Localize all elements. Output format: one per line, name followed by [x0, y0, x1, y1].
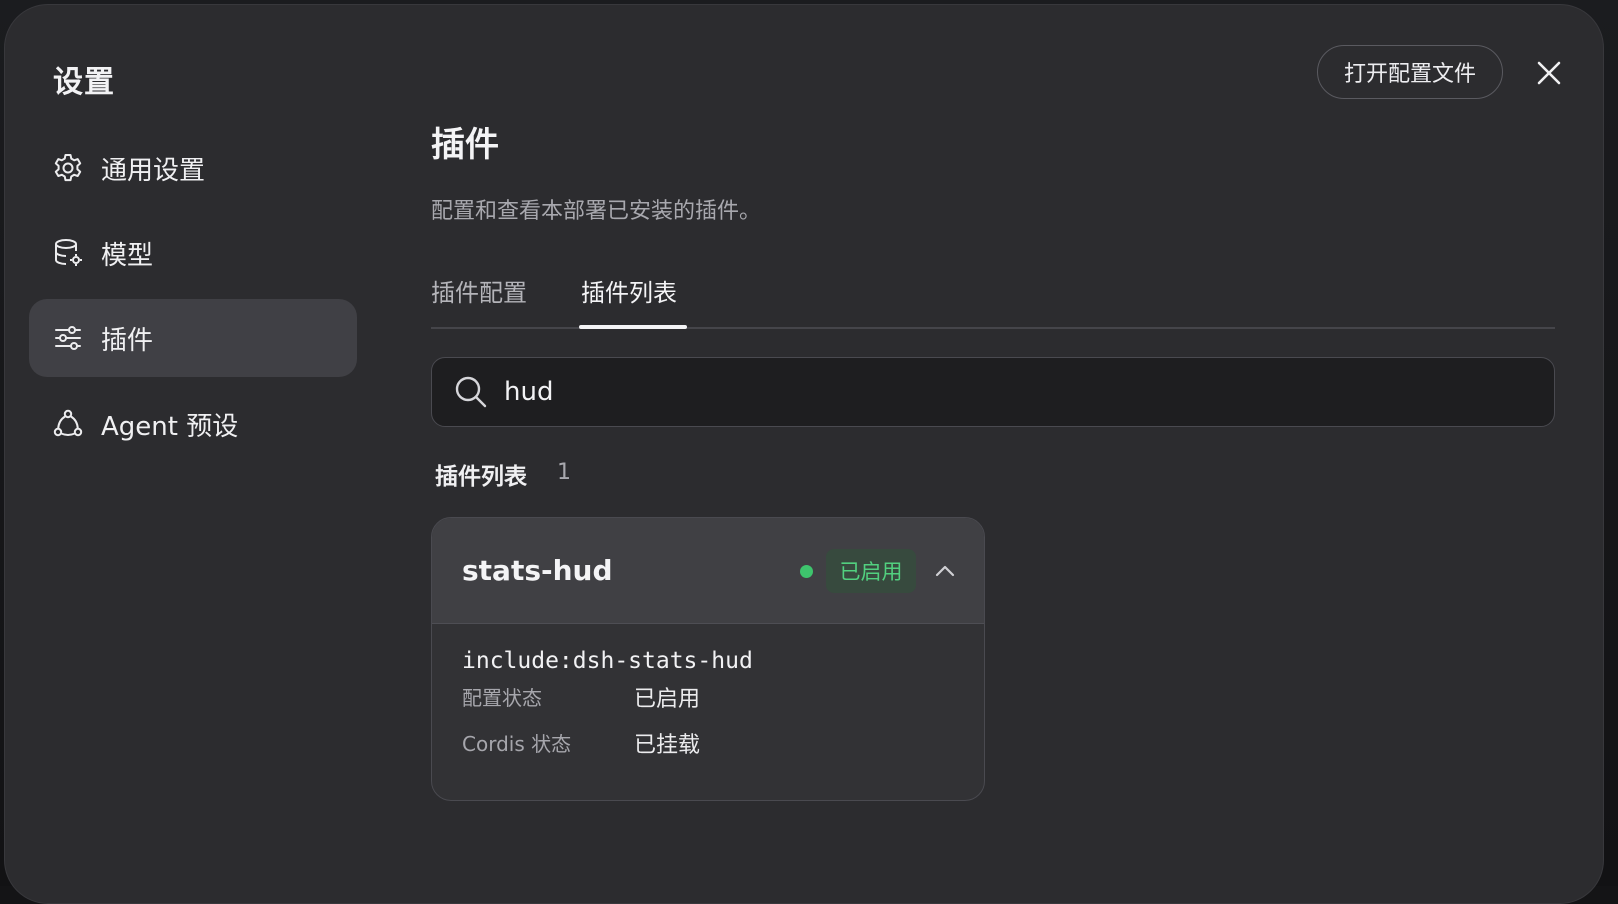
sidebar-item-general[interactable]: 通用设置 [29, 129, 357, 207]
sidebar-item-label: 插件 [101, 325, 154, 356]
tab-plugin-list[interactable]: 插件列表 [581, 273, 677, 329]
page-title: 插件 [431, 125, 499, 165]
plugin-card-header[interactable]: stats-hud 已启用 [432, 518, 984, 624]
plugin-list-heading: 插件列表 [435, 464, 527, 490]
sidebar-item-models[interactable]: 模型 [29, 214, 357, 292]
config-state-value: 已启用 [634, 687, 701, 712]
status-badge: 已启用 [826, 549, 916, 593]
cordis-state-label: Cordis 状态 [462, 732, 572, 756]
gear-icon [51, 151, 85, 185]
tab-plugin-config[interactable]: 插件配置 [431, 273, 527, 329]
active-tab-indicator [579, 325, 687, 329]
settings-dialog: 设置 打开配置文件 通用设置 模型 插件 Agent 预设 插件 配置和查看本部… [4, 4, 1604, 904]
agent-nodes-icon [51, 407, 85, 441]
plugin-include: include:dsh-stats-hud [462, 648, 753, 674]
tab-bar: 插件配置 插件列表 [431, 263, 1555, 329]
plugin-list-count: 1 [557, 460, 571, 485]
search-input[interactable] [504, 377, 1404, 407]
close-button[interactable] [1531, 55, 1567, 91]
search-box[interactable] [431, 357, 1555, 427]
chevron-up-icon [935, 565, 955, 577]
plugin-card: stats-hud 已启用 include:dsh-stats-hud 配置状态… [431, 517, 985, 801]
config-state-label: 配置状态 [462, 686, 542, 710]
close-icon [1537, 61, 1561, 85]
sidebar-item-label: 模型 [101, 240, 154, 271]
search-icon [455, 376, 487, 408]
sidebar-item-label: Agent 预设 [101, 411, 239, 442]
sidebar-item-label: 通用设置 [101, 155, 206, 186]
status-dot [800, 565, 813, 578]
collapse-toggle[interactable] [932, 558, 958, 584]
database-gear-icon [51, 236, 85, 270]
sidebar-item-agent-presets[interactable]: Agent 预设 [29, 385, 357, 463]
plugin-name: stats-hud [462, 554, 613, 587]
cordis-state-value: 已挂载 [634, 733, 701, 758]
page-description: 配置和查看本部署已安装的插件。 [431, 199, 762, 224]
sidebar-item-plugins[interactable]: 插件 [29, 299, 357, 377]
sliders-icon [51, 321, 85, 355]
dialog-title: 设置 [53, 65, 115, 100]
open-config-button[interactable]: 打开配置文件 [1317, 45, 1503, 99]
